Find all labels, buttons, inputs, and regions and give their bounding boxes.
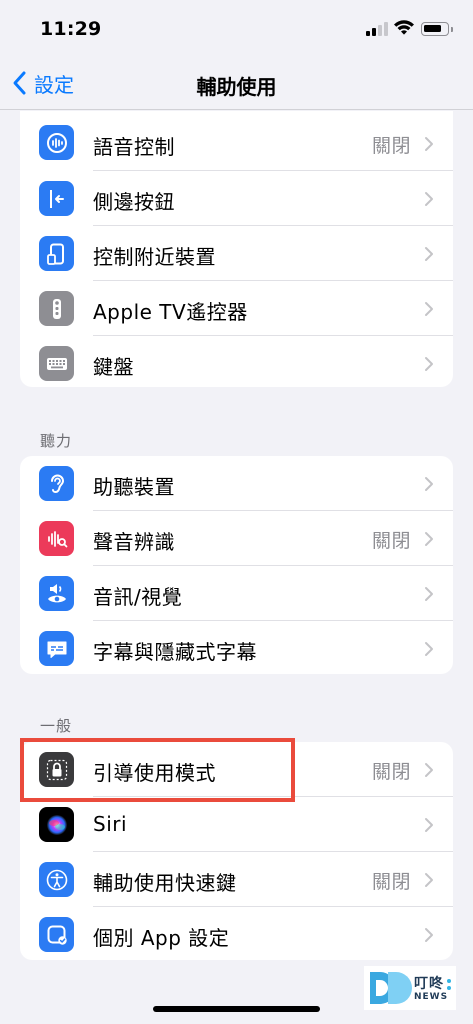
settings-row-label: 字幕與隱藏式字幕 (93, 640, 257, 664)
status-time: 11:29 (40, 18, 102, 40)
settings-row-value: 關閉 (371, 135, 411, 157)
chevron-right-icon (425, 873, 433, 887)
voice-control-icon (39, 125, 74, 160)
settings-row-siri[interactable]: Siri (20, 797, 453, 852)
settings-row-side-button[interactable]: 側邊按鈕 (20, 171, 453, 226)
settings-row-value: 關閉 (371, 530, 411, 552)
chevron-right-icon (425, 137, 433, 151)
home-indicator[interactable] (153, 1006, 320, 1012)
settings-row-accessibility-shortcut[interactable]: 輔助使用快速鍵 關閉 (20, 852, 453, 907)
settings-row-voice-control[interactable]: 語音控制 關閉 (20, 111, 453, 171)
nearby-devices-icon (39, 236, 74, 271)
settings-group-hearing: 助聽裝置 聲音辨識 關閉 音訊/視覺 字幕與隱藏式字幕 (20, 456, 453, 674)
section-header-hearing: 聽力 (40, 432, 73, 450)
settings-row-sound-recognition[interactable]: 聲音辨識 關閉 (20, 511, 453, 566)
highlight-box (20, 738, 295, 802)
settings-row-audio-visual[interactable]: 音訊/視覺 (20, 566, 453, 621)
settings-row-label: 音訊/視覺 (93, 585, 183, 609)
accessibility-shortcut-icon (39, 862, 74, 897)
sound-recognition-icon (39, 521, 74, 556)
keyboard-icon (39, 346, 74, 381)
settings-row-subtitles[interactable]: 字幕與隱藏式字幕 (20, 621, 453, 674)
settings-row-label: 輔助使用快速鍵 (93, 871, 237, 895)
chevron-right-icon (425, 357, 433, 371)
chevron-right-icon (425, 477, 433, 491)
settings-row-apple-tv-remote[interactable]: Apple TV遙控器 (20, 281, 453, 336)
settings-row-keyboard[interactable]: 鍵盤 (20, 336, 453, 387)
chevron-right-icon (425, 763, 433, 777)
settings-group-motor: 語音控制 關閉 側邊按鈕 控制附近裝置 Apple TV遙控器 鍵盤 (20, 111, 453, 387)
side-button-icon (39, 181, 74, 216)
settings-row-nearby-devices[interactable]: 控制附近裝置 (20, 226, 453, 281)
hearing-device-icon (39, 466, 74, 501)
cellular-signal-icon (366, 22, 388, 36)
settings-row-value: 關閉 (371, 871, 411, 893)
chevron-right-icon (425, 818, 433, 832)
chevron-right-icon (425, 532, 433, 546)
settings-row-label: 側邊按鈕 (93, 190, 175, 214)
subtitles-icon (39, 631, 74, 666)
chevron-right-icon (425, 642, 433, 656)
chevron-right-icon (425, 587, 433, 601)
chevron-right-icon (425, 928, 433, 942)
chevron-right-icon (425, 192, 433, 206)
brand-logo-icon (370, 972, 412, 1004)
settings-row-label: Apple TV遙控器 (93, 300, 248, 324)
watermark-logo: 叮咚 NEWS (364, 966, 456, 1010)
watermark-brand: 叮咚 (414, 976, 444, 992)
status-bar: 11:29 (0, 0, 473, 58)
settings-row-label: 控制附近裝置 (93, 245, 216, 269)
battery-icon (421, 22, 453, 36)
wifi-icon (394, 20, 414, 35)
navigation-bar: 設定 輔助使用 (0, 58, 473, 110)
settings-row-label: 助聽裝置 (93, 475, 175, 499)
settings-row-hearing-devices[interactable]: 助聽裝置 (20, 456, 453, 511)
settings-row-label: 個別 App 設定 (93, 926, 230, 950)
chevron-right-icon (425, 247, 433, 261)
settings-row-per-app-settings[interactable]: 個別 App 設定 (20, 907, 453, 960)
settings-row-label: 語音控制 (93, 135, 175, 159)
apple-tv-remote-icon (39, 291, 74, 326)
page-title: 輔助使用 (196, 75, 277, 99)
per-app-settings-icon (39, 917, 74, 952)
settings-row-label: Siri (93, 812, 128, 836)
settings-row-label: 聲音辨識 (93, 530, 175, 554)
siri-icon (39, 807, 74, 842)
audio-visual-icon (39, 576, 74, 611)
settings-row-value: 關閉 (371, 761, 411, 783)
settings-row-label: 鍵盤 (93, 355, 134, 379)
section-header-general: 一般 (40, 717, 73, 735)
watermark-sub: NEWS (414, 992, 449, 1002)
chevron-right-icon (425, 302, 433, 316)
